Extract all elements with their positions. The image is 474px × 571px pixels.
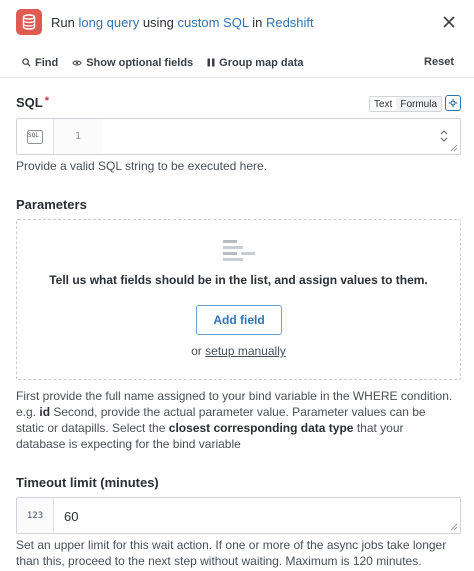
mode-formula-option[interactable]: Formula xyxy=(396,97,442,111)
setup-manually-line: or setup manually xyxy=(17,344,460,358)
header: Run long query using custom SQL in Redsh… xyxy=(0,0,474,44)
group-map-data-button[interactable]: Group map data xyxy=(207,56,304,69)
title-mid: using xyxy=(142,14,174,30)
parameters-label: Parameters xyxy=(16,197,87,212)
database-icon xyxy=(16,9,42,35)
add-field-button[interactable]: Add field xyxy=(196,305,282,335)
sql-field: SQL 1 xyxy=(16,118,461,155)
close-icon[interactable] xyxy=(440,13,458,31)
app-link[interactable]: Redshift xyxy=(266,15,314,30)
timeout-input[interactable]: 60 xyxy=(54,498,460,533)
find-label: Find xyxy=(35,56,59,69)
sql-editor[interactable] xyxy=(102,119,460,154)
expand-icon[interactable] xyxy=(440,130,448,142)
settings-icon xyxy=(448,98,458,108)
step-title: Run long query using custom SQL in Redsh… xyxy=(51,15,314,30)
title-prefix: Run xyxy=(51,14,75,30)
params-help-bold: closest corresponding data type xyxy=(168,421,354,435)
find-button[interactable]: Find xyxy=(22,57,58,69)
required-marker: * xyxy=(44,95,50,107)
sql-type-badge: SQL xyxy=(17,119,54,154)
parameters-dropzone: Tell us what fields should be in the lis… xyxy=(16,219,461,380)
timeout-value: 60 xyxy=(64,509,79,524)
sql-badge-text: SQL xyxy=(28,132,39,139)
group-map-label: Group map data xyxy=(219,56,304,69)
action-link[interactable]: long query xyxy=(78,15,139,30)
search-icon xyxy=(22,58,31,67)
eye-icon xyxy=(72,60,82,65)
mode-toggle: Text Formula xyxy=(369,96,443,112)
method-link[interactable]: custom SQL xyxy=(178,15,249,30)
sql-label: SQL * xyxy=(16,95,49,110)
timeout-field: 123 60 xyxy=(16,497,461,534)
reset-button[interactable]: Reset xyxy=(424,56,454,68)
parameters-empty-message: Tell us what fields should be in the lis… xyxy=(49,273,428,287)
list-fields-icon xyxy=(223,240,255,261)
setup-manually-link[interactable]: setup manually xyxy=(205,344,286,358)
toolbar: Find Show optional fields Group map data xyxy=(0,48,474,78)
number-type-badge: 123 xyxy=(17,498,54,533)
mode-text-option[interactable]: Text xyxy=(370,97,397,111)
or-text: or xyxy=(191,344,202,358)
group-icon xyxy=(207,58,215,67)
resize-handle-icon[interactable] xyxy=(450,523,458,531)
number-badge-text: 123 xyxy=(26,510,44,521)
params-help-example: id xyxy=(39,405,51,419)
field-settings-button[interactable] xyxy=(445,95,461,111)
show-optional-fields-button[interactable]: Show optional fields xyxy=(72,57,193,69)
timeout-help-text: Set an upper limit for this wait action.… xyxy=(16,538,447,568)
sql-label-text: SQL xyxy=(16,95,43,110)
line-number: 1 xyxy=(54,119,102,154)
sql-help-text: Provide a valid SQL string to be execute… xyxy=(16,159,268,173)
parameters-help-text: First provide the full name assigned to … xyxy=(16,388,456,452)
show-optional-label: Show optional fields xyxy=(86,56,194,69)
timeout-label: Timeout limit (minutes) xyxy=(16,475,159,490)
resize-handle-icon[interactable] xyxy=(450,144,458,152)
title-in: in xyxy=(252,14,263,30)
